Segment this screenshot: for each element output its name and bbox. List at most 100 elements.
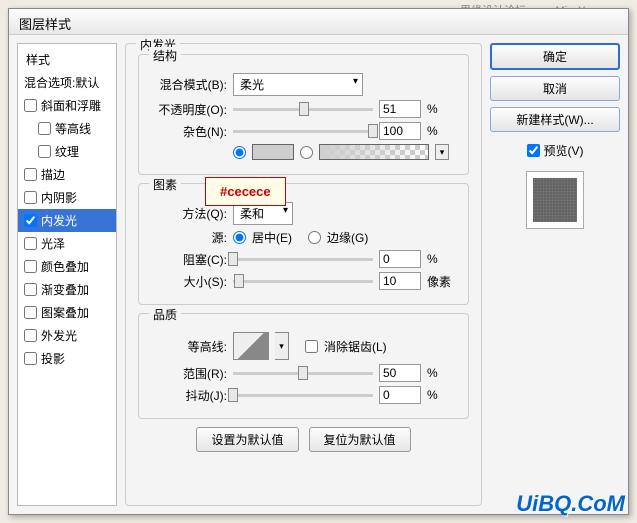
sidebar-blend-options[interactable]: 混合选项:默认 — [18, 71, 116, 94]
styles-sidebar: 样式 混合选项:默认 斜面和浮雕等高线纹理描边内阴影内发光光泽颜色叠加渐变叠加图… — [17, 43, 117, 506]
new-style-button[interactable]: 新建样式(W)... — [490, 107, 620, 132]
jitter-input[interactable] — [379, 386, 421, 404]
opacity-input[interactable] — [379, 100, 421, 118]
sidebar-item-内阴影[interactable]: 内阴影 — [18, 186, 116, 209]
sidebar-item-渐变叠加[interactable]: 渐变叠加 — [18, 278, 116, 301]
sidebar-item-label: 内发光 — [41, 212, 77, 229]
sidebar-item-label: 渐变叠加 — [41, 281, 89, 298]
set-default-button[interactable]: 设置为默认值 — [196, 427, 298, 452]
sidebar-item-label: 斜面和浮雕 — [41, 97, 101, 114]
elements-title: 图素 — [149, 176, 181, 193]
ok-button[interactable]: 确定 — [490, 43, 620, 70]
quality-title: 品质 — [149, 306, 181, 323]
size-input[interactable] — [379, 272, 421, 290]
range-unit: % — [427, 366, 438, 380]
noise-unit: % — [427, 124, 438, 138]
reset-default-button[interactable]: 复位为默认值 — [309, 427, 411, 452]
opacity-slider[interactable] — [233, 108, 373, 111]
opacity-unit: % — [427, 102, 438, 116]
cancel-button[interactable]: 取消 — [490, 76, 620, 101]
sidebar-checkbox[interactable] — [24, 329, 37, 342]
noise-slider[interactable] — [233, 130, 373, 133]
size-unit: 像素 — [427, 273, 451, 290]
sidebar-item-外发光[interactable]: 外发光 — [18, 324, 116, 347]
sidebar-item-label: 投影 — [41, 350, 65, 367]
preview-checkbox[interactable] — [527, 144, 540, 157]
contour-label: 等高线: — [149, 338, 227, 355]
sidebar-item-图案叠加[interactable]: 图案叠加 — [18, 301, 116, 324]
sidebar-item-内发光[interactable]: 内发光 — [18, 209, 116, 232]
sidebar-item-描边[interactable]: 描边 — [18, 163, 116, 186]
sidebar-checkbox[interactable] — [24, 99, 37, 112]
jitter-unit: % — [427, 388, 438, 402]
jitter-slider[interactable] — [233, 394, 373, 397]
blend-mode-label: 混合模式(B): — [149, 76, 227, 93]
preview-label: 预览(V) — [544, 142, 584, 159]
choke-label: 阻塞(C): — [149, 251, 227, 268]
range-input[interactable] — [379, 364, 421, 382]
preview-thumbnail — [526, 171, 584, 229]
sidebar-checkbox[interactable] — [24, 352, 37, 365]
size-slider[interactable] — [233, 280, 373, 283]
sidebar-checkbox[interactable] — [24, 237, 37, 250]
opacity-label: 不透明度(O): — [149, 101, 227, 118]
color-swatch[interactable] — [252, 144, 294, 160]
right-panel: 确定 取消 新建样式(W)... 预览(V) — [490, 43, 620, 506]
range-slider[interactable] — [233, 372, 373, 375]
noise-input[interactable] — [379, 122, 421, 140]
color-callout: #cecece — [205, 177, 286, 206]
sidebar-checkbox[interactable] — [38, 122, 51, 135]
antialias-label: 消除锯齿(L) — [324, 338, 387, 355]
sidebar-item-label: 光泽 — [41, 235, 65, 252]
sidebar-item-label: 描边 — [41, 166, 65, 183]
color-radio[interactable] — [233, 146, 246, 159]
layer-style-dialog: 图层样式 样式 混合选项:默认 斜面和浮雕等高线纹理描边内阴影内发光光泽颜色叠加… — [8, 8, 629, 515]
sidebar-checkbox[interactable] — [38, 145, 51, 158]
sidebar-checkbox[interactable] — [24, 306, 37, 319]
sidebar-item-纹理[interactable]: 纹理 — [18, 140, 116, 163]
dialog-title: 图层样式 — [9, 9, 628, 35]
sidebar-checkbox[interactable] — [24, 191, 37, 204]
choke-input[interactable] — [379, 250, 421, 268]
gradient-swatch[interactable] — [319, 144, 429, 160]
range-label: 范围(R): — [149, 365, 227, 382]
antialias-checkbox[interactable] — [305, 340, 318, 353]
source-label: 源: — [149, 229, 227, 246]
structure-title: 结构 — [149, 47, 181, 64]
watermark-bottom: UiBQ.CoM — [516, 491, 625, 517]
blend-mode-dropdown[interactable]: 柔光 — [233, 73, 363, 96]
noise-label: 杂色(N): — [149, 123, 227, 140]
contour-dropdown-icon[interactable]: ▾ — [275, 332, 289, 360]
structure-group: 结构 混合模式(B): 柔光 不透明度(O): % 杂色(N): — [138, 54, 469, 175]
sidebar-item-颜色叠加[interactable]: 颜色叠加 — [18, 255, 116, 278]
choke-slider[interactable] — [233, 258, 373, 261]
size-label: 大小(S): — [149, 273, 227, 290]
sidebar-item-label: 颜色叠加 — [41, 258, 89, 275]
source-center-label: 居中(E) — [252, 229, 292, 246]
inner-glow-panel: 内发光 结构 混合模式(B): 柔光 不透明度(O): % 杂色(N): — [125, 43, 482, 506]
sidebar-item-投影[interactable]: 投影 — [18, 347, 116, 370]
gradient-radio[interactable] — [300, 146, 313, 159]
choke-unit: % — [427, 252, 438, 266]
sidebar-item-斜面和浮雕[interactable]: 斜面和浮雕 — [18, 94, 116, 117]
sidebar-item-label: 图案叠加 — [41, 304, 89, 321]
source-center-radio[interactable] — [233, 231, 246, 244]
sidebar-checkbox[interactable] — [24, 168, 37, 181]
sidebar-item-等高线[interactable]: 等高线 — [18, 117, 116, 140]
sidebar-item-label: 纹理 — [55, 143, 79, 160]
sidebar-checkbox[interactable] — [24, 260, 37, 273]
source-edge-radio[interactable] — [308, 231, 321, 244]
sidebar-item-label: 内阴影 — [41, 189, 77, 206]
sidebar-item-光泽[interactable]: 光泽 — [18, 232, 116, 255]
sidebar-checkbox[interactable] — [24, 283, 37, 296]
sidebar-item-label: 外发光 — [41, 327, 77, 344]
gradient-dropdown-icon[interactable]: ▾ — [435, 144, 449, 160]
elements-group: 图素 方法(Q): 柔和 源: 居中(E) 边缘(G) 阻塞(C): — [138, 183, 469, 305]
jitter-label: 抖动(J): — [149, 387, 227, 404]
sidebar-header-styles: 样式 — [18, 48, 116, 71]
sidebar-checkbox[interactable] — [24, 214, 37, 227]
contour-picker[interactable] — [233, 332, 269, 360]
source-edge-label: 边缘(G) — [327, 229, 368, 246]
quality-group: 品质 等高线: ▾ 消除锯齿(L) 范围(R): % — [138, 313, 469, 419]
sidebar-item-label: 等高线 — [55, 120, 91, 137]
